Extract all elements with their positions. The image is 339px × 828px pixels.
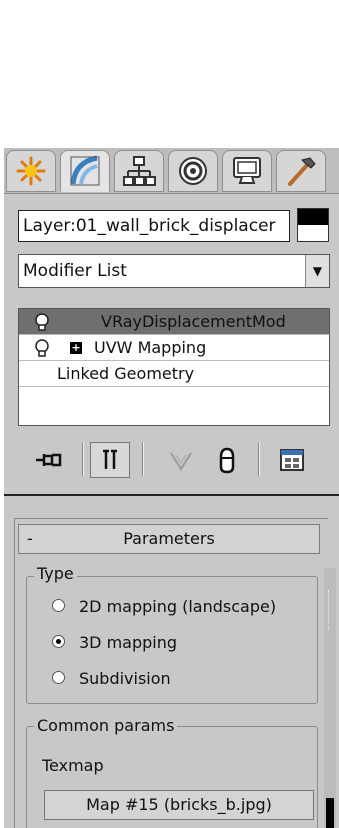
radio-button[interactable] [52, 635, 65, 648]
configure-modifier-sets-icon [280, 449, 304, 471]
modifier-list-dropdown[interactable]: Modifier List ▼ [18, 254, 330, 288]
texmap-label: Texmap [42, 756, 104, 775]
configure-modifier-sets-button[interactable] [272, 442, 312, 478]
stack-item-linked-geometry[interactable]: Linked Geometry [19, 361, 329, 387]
hierarchy-icon [123, 156, 156, 186]
tab-hierarchy[interactable] [114, 150, 164, 192]
motion-icon [179, 157, 207, 185]
radio-label: Subdivision [79, 669, 171, 688]
remove-modifier-button[interactable] [210, 442, 244, 478]
radio-button[interactable] [52, 671, 65, 684]
create-icon [16, 156, 46, 186]
common-params-label: Common params [34, 716, 178, 736]
radio-subdivision[interactable]: Subdivision [52, 668, 171, 690]
expand-plus-icon[interactable]: + [70, 342, 82, 354]
toolbar-separator [142, 442, 144, 476]
object-name-field[interactable]: Layer:01_wall_brick_displacer [18, 210, 290, 242]
tab-motion[interactable] [168, 150, 218, 192]
show-end-result-icon [103, 449, 117, 469]
radio-3d-mapping[interactable]: 3D mapping [52, 632, 177, 654]
remove-modifier-icon [219, 447, 235, 474]
show-end-result-button[interactable] [90, 442, 130, 478]
lightbulb-icon[interactable] [33, 338, 51, 358]
stack-item-label: Linked Geometry [57, 364, 195, 383]
toolbar-separator [258, 442, 260, 476]
scrollbar-grip [328, 590, 332, 630]
chevron-down-icon[interactable]: ▼ [305, 255, 329, 287]
tab-create[interactable] [6, 150, 56, 192]
tab-utilities[interactable] [276, 150, 326, 192]
stack-toolbar [4, 434, 339, 486]
rollout-title: Parameters [123, 529, 215, 548]
tab-modify[interactable] [60, 150, 110, 192]
command-panel-tabs [4, 148, 339, 194]
stack-item-vraydisplacementmod[interactable]: VRayDisplacementMod [19, 309, 329, 335]
stack-item-label: VRayDisplacementMod [101, 312, 286, 331]
pin-stack-icon [36, 453, 62, 467]
stack-item-uvw-mapping[interactable]: + UVW Mapping [19, 335, 329, 361]
pin-stack-button[interactable] [30, 442, 68, 478]
panel-scrollbar[interactable] [324, 568, 336, 828]
lightbulb-icon[interactable] [33, 312, 51, 332]
radio-button[interactable] [52, 599, 65, 612]
modifier-list-label: Modifier List [23, 261, 127, 281]
texmap-button[interactable]: Map #15 (bricks_b.jpg) [44, 790, 314, 820]
radio-label: 3D mapping [79, 633, 178, 652]
make-unique-button[interactable] [164, 442, 198, 478]
utilities-icon [288, 157, 316, 186]
modifier-stack[interactable]: VRayDisplacementMod + UVW Mapping Linked… [18, 308, 330, 426]
toolbar-separator [82, 442, 84, 476]
parameters-rollout-header[interactable]: - Parameters [18, 524, 320, 554]
radio-2d-mapping[interactable]: 2D mapping (landscape) [52, 596, 276, 618]
radio-label: 2D mapping (landscape) [79, 597, 277, 616]
command-panel: Layer:01_wall_brick_displacer Modifier L… [4, 148, 339, 828]
display-icon [233, 157, 261, 184]
stack-item-label: UVW Mapping [94, 338, 207, 357]
tab-display[interactable] [222, 150, 272, 192]
make-unique-icon [170, 452, 192, 471]
modify-icon [70, 155, 100, 186]
type-group-label: Type [34, 564, 77, 584]
object-color-swatch[interactable] [297, 208, 329, 242]
scrollbar-thumb[interactable] [326, 798, 334, 828]
divider [4, 494, 339, 496]
